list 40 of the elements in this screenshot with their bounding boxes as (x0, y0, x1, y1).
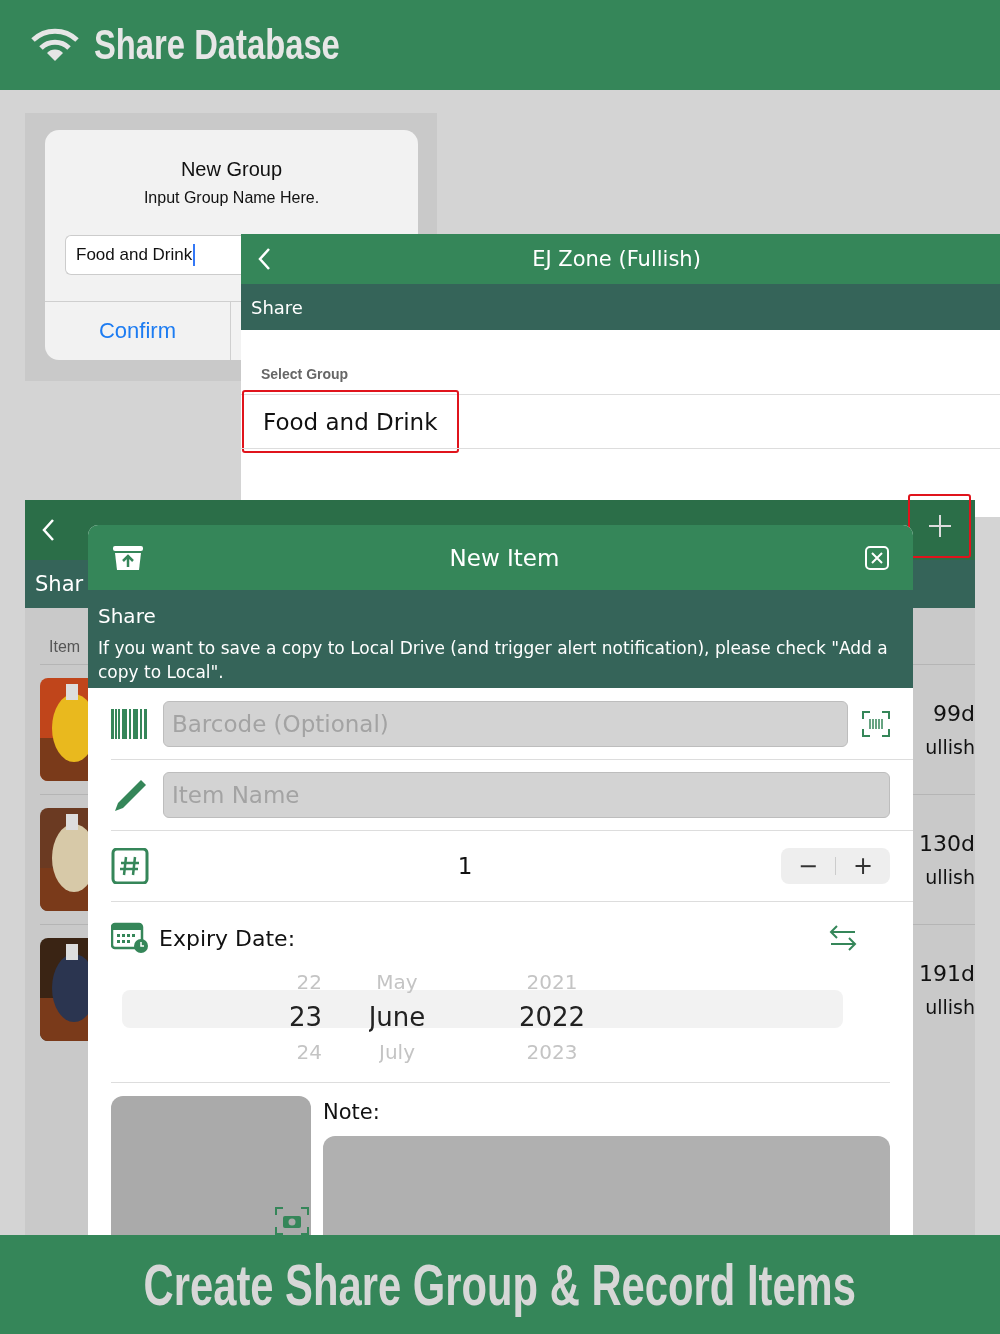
zone-name: ullish (925, 736, 975, 758)
picker-option[interactable]: 2022 (518, 1002, 586, 1040)
dialog-title: New Group (180, 158, 283, 181)
swap-arrows-icon[interactable] (829, 923, 857, 953)
section-title: Share (251, 296, 303, 318)
caption-text: Create Share Group & Record Items (143, 1251, 857, 1318)
column-label: Item (48, 638, 81, 657)
increment-button[interactable]: + (836, 848, 890, 884)
section-title: Shar (35, 572, 84, 596)
close-icon[interactable] (865, 545, 889, 570)
screen-title: EJ Zone (Fullish) (531, 247, 702, 271)
decrement-button[interactable]: − (781, 848, 835, 884)
sheet-title: New Item (448, 544, 561, 571)
group-name-field[interactable]: Food and Drink (65, 235, 241, 275)
group-list-item[interactable]: Food and Drink (242, 390, 459, 453)
barcode-icon (111, 708, 149, 739)
confirm-button[interactable]: Confirm (45, 302, 231, 360)
upload-box-icon[interactable] (112, 544, 144, 571)
hash-icon (111, 848, 149, 884)
days-left: 99d (933, 701, 975, 726)
days-left: 191d (919, 961, 975, 986)
select-group-label: Select Group (261, 366, 350, 382)
calendar-clock-icon (111, 922, 149, 954)
days-left: 130d (919, 831, 975, 856)
note-field[interactable] (323, 1136, 890, 1235)
section-title: Share (98, 604, 157, 628)
scan-icon[interactable] (862, 710, 890, 737)
picker-option[interactable]: 23 (288, 1002, 322, 1040)
back-icon (257, 247, 271, 271)
dialog-message: Input Group Name Here. (143, 189, 320, 207)
zone-name: ullish (925, 866, 975, 888)
quantity-value: 1 (456, 853, 474, 879)
plus-icon (927, 514, 952, 538)
zone-name: ullish (925, 996, 975, 1018)
app-title: Share Database (94, 21, 340, 69)
back-icon (41, 518, 55, 542)
expiry-date-label: Expiry Date: (159, 925, 297, 951)
note-label: Note: (323, 1100, 381, 1124)
notice-text: If you want to save a copy to Local Drive (and trigger alert notification), please check "Add a copy to Local". (98, 637, 889, 684)
wifi-icon (30, 27, 80, 63)
